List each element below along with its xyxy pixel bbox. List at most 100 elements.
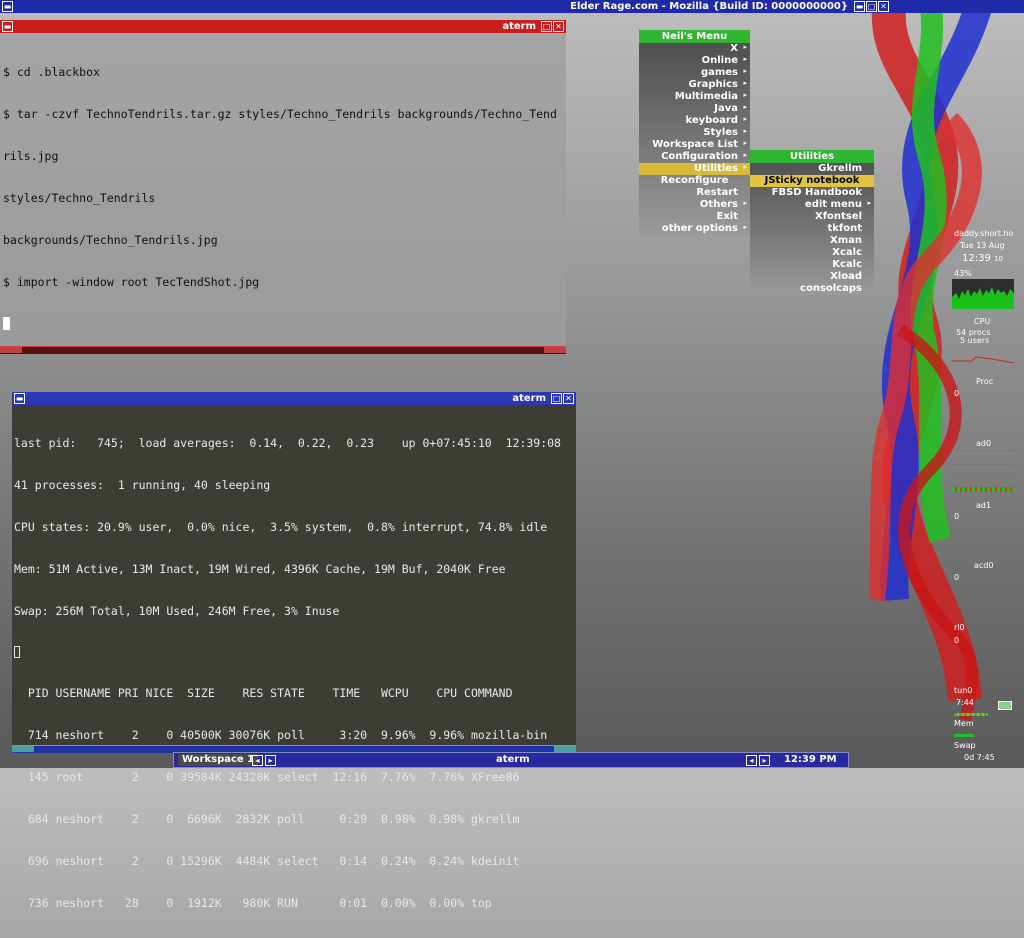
menu-item-gkrellm[interactable]: Gkrellm <box>750 163 874 175</box>
terminal-line: $ import -window root TecTendShot.jpg <box>3 275 260 289</box>
mozilla-titlebar[interactable]: ▬ Elder Rage.com - Mozilla {Build ID: 00… <box>0 0 1024 13</box>
toolbar: Workspace 1 ◂ ▸ aterm ◂ ▸ 12:39 PM <box>173 752 849 768</box>
terminal-cursor <box>14 646 20 658</box>
gk-proc-graph <box>952 347 1015 373</box>
gk-uptime: 0d 7:45 <box>964 753 995 762</box>
menu-item-other-options[interactable]: other options ▸ <box>639 223 750 235</box>
aterm-titlebar-2[interactable]: ▬ aterm □ ✕ <box>12 392 576 405</box>
menu-item-x[interactable]: X ▸ <box>639 43 750 55</box>
menu-item-utilities[interactable]: Utilities ▸ <box>639 163 750 175</box>
top-summary-line: CPU states: 20.9% user, 0.0% nice, 3.5% … <box>14 520 548 534</box>
menu-item-styles[interactable]: Styles ▸ <box>639 127 750 139</box>
workspace-label[interactable]: Workspace 1 <box>178 754 259 766</box>
aterm-title-2: aterm <box>512 393 546 404</box>
menu-item-restart[interactable]: Restart <box>639 187 750 199</box>
menu-item-xcalc[interactable]: Xcalc <box>750 247 874 259</box>
gk-mem-bar <box>954 713 988 716</box>
top-table-header: PID USERNAME PRI NICE SIZE RES STATE TIM… <box>14 686 513 700</box>
aterm-titlebar-1[interactable]: ▬ aterm □ ✕ <box>0 20 566 33</box>
gk-cpu-percent: 43% <box>954 269 972 278</box>
minimize-icon[interactable]: ▬ <box>2 1 13 12</box>
aterm-bottom-border-1[interactable] <box>0 346 566 354</box>
aterm-window-2[interactable]: ▬ aterm □ ✕ last pid: 745; load averages… <box>12 392 576 910</box>
maximize-icon[interactable]: □ <box>541 21 552 32</box>
resize-grip-right[interactable] <box>544 347 566 353</box>
gk-swap-label: Swap <box>954 741 976 750</box>
menu-item-reconfigure[interactable]: Reconfigure <box>639 175 750 187</box>
submenu-arrow-icon: ▸ <box>743 115 747 123</box>
terminal-line: styles/Techno_Tendrils <box>3 191 156 205</box>
top-summary-line: last pid: 745; load averages: 0.14, 0.22… <box>14 436 561 450</box>
gk-users: 5 users <box>960 336 990 345</box>
terminal-line: rils.jpg <box>3 149 59 163</box>
close-icon[interactable]: ✕ <box>563 393 574 404</box>
gk-tun0-led[interactable] <box>998 701 1012 710</box>
menu-item-online[interactable]: Online ▸ <box>639 55 750 67</box>
proc-graph-icon <box>952 356 1015 364</box>
gkrellm-panel[interactable]: daddy.short.ho Tue 13 Aug 12:39 10 43% C… <box>952 225 1015 765</box>
menu-item-keyboard[interactable]: keyboard ▸ <box>639 115 750 127</box>
close-icon[interactable]: ✕ <box>878 1 889 12</box>
submenu-arrow-icon: ▸ <box>743 223 747 231</box>
gk-cpu-graph <box>952 279 1014 309</box>
menu-item-xload[interactable]: Xload <box>750 271 874 283</box>
maximize-icon[interactable]: □ <box>551 393 562 404</box>
gk-ad0-label: ad0 <box>976 439 992 448</box>
prev-workspace-icon[interactable]: ◂ <box>252 755 263 766</box>
gk-mem-label: Mem <box>954 719 974 728</box>
menu-item-games[interactable]: games ▸ <box>639 67 750 79</box>
menu-item-xfontsel[interactable]: Xfontsel <box>750 211 874 223</box>
menu-item-multimedia[interactable]: Multimedia ▸ <box>639 91 750 103</box>
menu-item-tkfont[interactable]: tkfont <box>750 223 874 235</box>
menu-item-graphics[interactable]: Graphics ▸ <box>639 79 750 91</box>
menu-item-edit-menu[interactable]: edit menu ▸ <box>750 199 874 211</box>
menu-item-configuration[interactable]: Configuration ▸ <box>639 151 750 163</box>
submenu-arrow-icon: ▸ <box>743 55 747 63</box>
gk-acd0-label: acd0 <box>974 561 994 570</box>
utilities-menu-title: Utilities <box>750 150 874 163</box>
cpu-graph-icon <box>952 287 1014 309</box>
root-menu[interactable]: Neil's Menu X ▸ Online ▸ games ▸ Graphics ▸ … <box>639 30 750 235</box>
minimize-icon[interactable]: ▬ <box>854 1 865 12</box>
table-row: 696 neshort 2 0 15296K 4484K select 0:14… <box>14 854 520 868</box>
menu-item-workspace-list[interactable]: Workspace List ▸ <box>639 139 750 151</box>
next-window-icon[interactable]: ▸ <box>759 755 770 766</box>
menu-item-consolcaps[interactable]: consolcaps <box>750 283 874 295</box>
window-label[interactable]: aterm <box>496 754 530 766</box>
menu-item-kcalc[interactable]: Kcalc <box>750 259 874 271</box>
resize-grip-left[interactable] <box>12 746 34 752</box>
top-output: last pid: 745; load averages: 0.14, 0.22… <box>14 408 561 938</box>
aterm-title-1: aterm <box>502 21 536 32</box>
submenu-arrow-icon: ▸ <box>743 163 747 171</box>
aterm-window-1[interactable]: ▬ aterm □ ✕ $ cd .blackbox $ tar -czvf T… <box>0 20 566 354</box>
table-row: 145 root 2 0 39584K 24328K select 12:16 … <box>14 770 520 784</box>
prev-window-icon[interactable]: ◂ <box>746 755 757 766</box>
menu-item-fbsd-handbook[interactable]: FBSD Handbook <box>750 187 874 199</box>
utilities-submenu[interactable]: Utilities Gkrellm JSticky notebook FBSD … <box>750 150 874 295</box>
menu-item-jsticky-notebook[interactable]: JSticky notebook <box>750 175 874 187</box>
menu-item-java[interactable]: Java ▸ <box>639 103 750 115</box>
menu-item-exit[interactable]: Exit <box>639 211 750 223</box>
gk-tun0-label: tun0 <box>954 686 973 695</box>
top-summary-line: Swap: 256M Total, 10M Used, 246M Free, 3… <box>14 604 340 618</box>
resize-grip-left[interactable] <box>0 347 22 353</box>
clock: 12:39 PM <box>784 754 837 765</box>
terminal-cursor <box>3 317 10 330</box>
close-icon[interactable]: ✕ <box>553 21 564 32</box>
gk-acd0-value: 0 <box>954 573 960 582</box>
menu-item-xman[interactable]: Xman <box>750 235 874 247</box>
window-menu-icon[interactable]: ▬ <box>2 21 13 32</box>
window-menu-icon[interactable]: ▬ <box>14 393 25 404</box>
submenu-arrow-icon: ▸ <box>743 67 747 75</box>
submenu-arrow-icon: ▸ <box>743 91 747 99</box>
menu-item-others[interactable]: Others ▸ <box>639 199 750 211</box>
next-workspace-icon[interactable]: ▸ <box>265 755 276 766</box>
terminal-line: $ tar -czvf TechnoTendrils.tar.gz styles… <box>3 107 557 121</box>
submenu-arrow-icon: ▸ <box>743 103 747 111</box>
maximize-icon[interactable]: □ <box>866 1 877 12</box>
table-row: 714 neshort 2 0 40500K 30076K poll 3:20 … <box>14 728 548 742</box>
submenu-arrow-icon: ▸ <box>867 199 871 207</box>
gk-proc-value: 0 <box>954 389 960 398</box>
gk-ad1-value: 0 <box>954 512 960 521</box>
gk-rl0-value: 0 <box>954 636 960 645</box>
